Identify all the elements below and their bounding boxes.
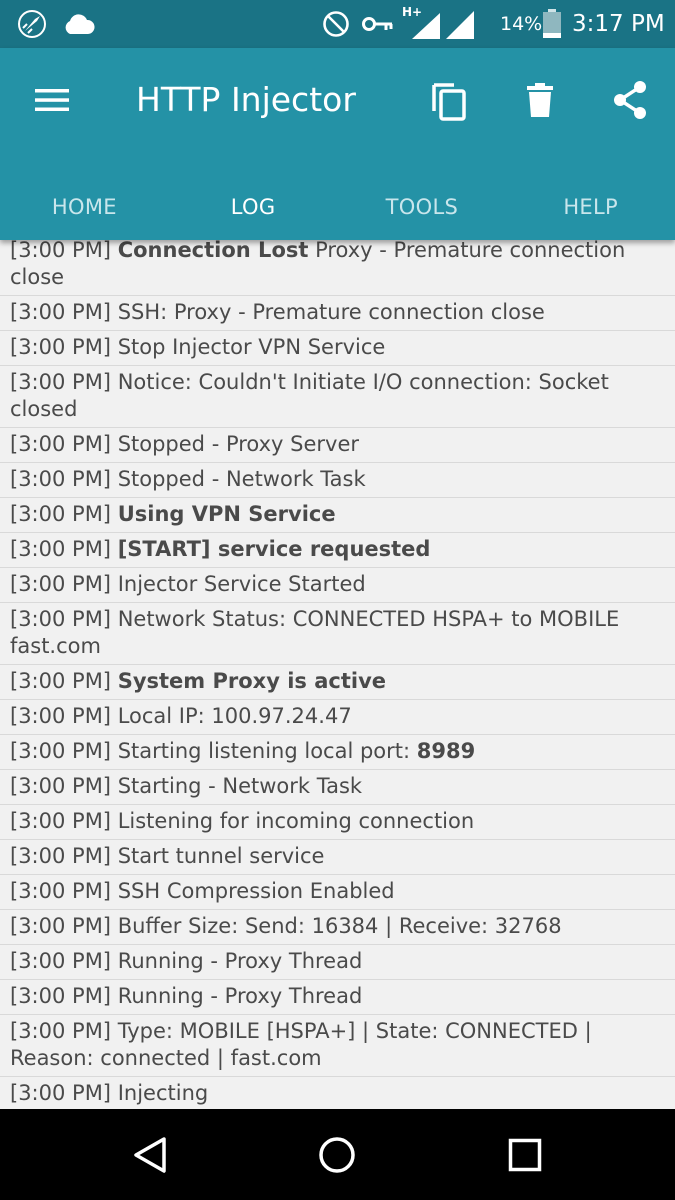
- log-timestamp: [3:00 PM]: [10, 914, 112, 938]
- network-type-label: H+: [402, 5, 423, 19]
- log-entry: [3:00 PM] Starting listening local port:…: [0, 735, 675, 770]
- log-message: Stopped - Proxy Server: [111, 432, 360, 456]
- log-message: Start tunnel service: [111, 844, 325, 868]
- home-icon[interactable]: [287, 1109, 387, 1200]
- log-message-emphasis: [START] service requested: [117, 537, 431, 561]
- log-message: Starting - Network Task: [111, 774, 363, 798]
- log-timestamp: [3:00 PM]: [10, 300, 112, 324]
- log-timestamp: [3:00 PM]: [10, 572, 112, 596]
- log-timestamp: [3:00 PM]: [10, 984, 112, 1008]
- log-message: Stopped - Network Task: [111, 467, 366, 491]
- log-timestamp: [3:00 PM]: [10, 844, 112, 868]
- log-message: Stop Injector VPN Service: [111, 335, 386, 359]
- log-timestamp: [3:00 PM]: [10, 370, 112, 394]
- log-timestamp: [3:00 PM]: [10, 607, 112, 631]
- log-timestamp: [3:00 PM]: [10, 879, 112, 903]
- log-timestamp: [3:00 PM]: [10, 774, 112, 798]
- log-entry: [3:00 PM] Injector Service Started: [0, 568, 675, 603]
- log-entry: [3:00 PM] Stopped - Network Task: [0, 463, 675, 498]
- log-entry: [3:00 PM] Listening for incoming connect…: [0, 805, 675, 840]
- log-entry: [3:00 PM] SSH: Proxy - Premature connect…: [0, 296, 675, 331]
- log-timestamp: [3:00 PM]: [10, 669, 112, 693]
- log-timestamp: [3:00 PM]: [10, 432, 112, 456]
- signal-icon: [444, 0, 476, 48]
- tab-tools[interactable]: TOOLS: [338, 174, 507, 240]
- cloud-icon: [62, 0, 96, 48]
- battery-percentage: 14%: [500, 13, 543, 35]
- log-list[interactable]: [3:00 PM] Connection Lost Proxy - Premat…: [0, 240, 675, 1109]
- log-entry: [3:00 PM] Notice: Couldn't Initiate I/O …: [0, 366, 675, 428]
- log-timestamp: [3:00 PM]: [10, 739, 112, 763]
- log-entry: [3:00 PM] Type: MOBILE [HSPA+] | State: …: [0, 1015, 675, 1077]
- log-entry: [3:00 PM] Connection Lost Proxy - Premat…: [0, 240, 675, 296]
- log-message-emphasis: Connection Lost: [117, 240, 309, 262]
- menu-icon[interactable]: [24, 72, 80, 128]
- log-message: Listening for incoming connection: [111, 809, 475, 833]
- back-icon[interactable]: [100, 1109, 200, 1200]
- log-entry: [3:00 PM] Stop Injector VPN Service: [0, 331, 675, 366]
- log-message: Injector Service Started: [111, 572, 366, 596]
- clock: 3:17 PM: [572, 11, 665, 37]
- delete-icon[interactable]: [512, 72, 568, 128]
- log-entry: [3:00 PM] [START] service requested: [0, 533, 675, 568]
- do-not-disturb-icon: [322, 0, 350, 48]
- log-timestamp: [3:00 PM]: [10, 467, 112, 491]
- copy-icon[interactable]: [421, 72, 477, 128]
- battery-icon: [541, 0, 563, 48]
- log-timestamp: [3:00 PM]: [10, 502, 112, 526]
- log-message: SSH Compression Enabled: [111, 879, 395, 903]
- log-timestamp: [3:00 PM]: [10, 1081, 112, 1105]
- log-entry: [3:00 PM] Injecting: [0, 1077, 675, 1109]
- log-entry: [3:00 PM] Network Status: CONNECTED HSPA…: [0, 603, 675, 665]
- log-timestamp: [3:00 PM]: [10, 1019, 112, 1043]
- log-entry: [3:00 PM] Starting - Network Task: [0, 770, 675, 805]
- log-message-emphasis: System Proxy is active: [117, 669, 387, 693]
- log-message: SSH: Proxy - Premature connection close: [111, 300, 545, 324]
- share-icon[interactable]: [602, 72, 658, 128]
- tab-bar: HOME LOG TOOLS HELP: [0, 174, 675, 240]
- log-message: Running - Proxy Thread: [111, 984, 363, 1008]
- vpn-key-icon: [362, 0, 394, 48]
- log-timestamp: [3:00 PM]: [10, 809, 112, 833]
- log-timestamp: [3:00 PM]: [10, 704, 112, 728]
- log-message: Buffer Size: Send: 16384 | Receive: 3276…: [111, 914, 562, 938]
- log-timestamp: [3:00 PM]: [10, 537, 112, 561]
- log-timestamp: [3:00 PM]: [10, 240, 112, 262]
- log-list-content: [3:00 PM] Connection Lost Proxy - Premat…: [0, 240, 675, 1109]
- rocket-icon: [16, 0, 48, 48]
- log-message-value: 8989: [416, 739, 476, 763]
- log-entry: [3:00 PM] System Proxy is active: [0, 665, 675, 700]
- log-entry: [3:00 PM] Local IP: 100.97.24.47: [0, 700, 675, 735]
- log-message-emphasis: Using VPN Service: [117, 502, 336, 526]
- tab-help[interactable]: HELP: [506, 174, 675, 240]
- log-entry: [3:00 PM] Start tunnel service: [0, 840, 675, 875]
- log-message: Local IP: 100.97.24.47: [111, 704, 352, 728]
- app-bar: HTTP Injector HOME LOG TOOLS HELP: [0, 48, 675, 240]
- log-entry: [3:00 PM] Running - Proxy Thread: [0, 945, 675, 980]
- log-entry: [3:00 PM] Running - Proxy Thread: [0, 980, 675, 1015]
- navigation-bar: [0, 1109, 675, 1200]
- log-timestamp: [3:00 PM]: [10, 949, 112, 973]
- app-title: HTTP Injector: [136, 80, 356, 119]
- log-entry: [3:00 PM] SSH Compression Enabled: [0, 875, 675, 910]
- status-bar: H+ 14% 3:17 PM: [0, 0, 675, 48]
- log-timestamp: [3:00 PM]: [10, 335, 112, 359]
- recents-icon[interactable]: [475, 1109, 575, 1200]
- log-message: Starting listening local port:: [111, 739, 417, 763]
- log-entry: [3:00 PM] Using VPN Service: [0, 498, 675, 533]
- tab-log[interactable]: LOG: [169, 174, 338, 240]
- log-message: Injecting: [111, 1081, 209, 1105]
- log-entry: [3:00 PM] Buffer Size: Send: 16384 | Rec…: [0, 910, 675, 945]
- log-entry: [3:00 PM] Stopped - Proxy Server: [0, 428, 675, 463]
- tab-home[interactable]: HOME: [0, 174, 169, 240]
- log-message: Running - Proxy Thread: [111, 949, 363, 973]
